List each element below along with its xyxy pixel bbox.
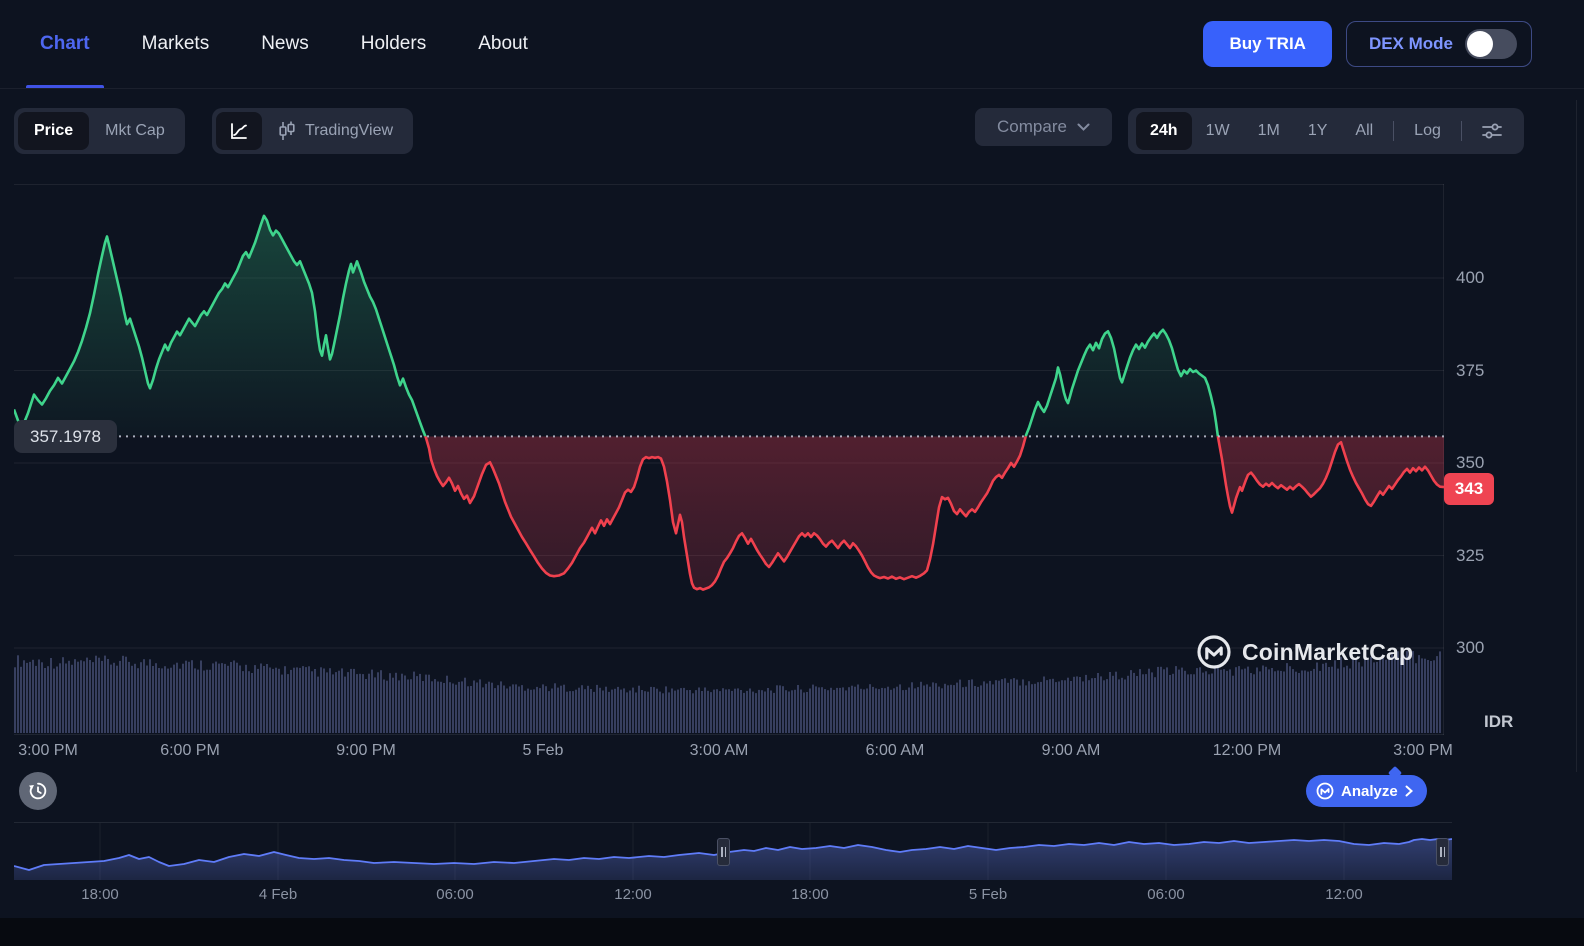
x-axis-tick: 5 Feb <box>522 742 564 759</box>
candlestick-icon <box>279 121 295 140</box>
history-clock-icon <box>29 782 47 800</box>
timeframe-1w[interactable]: 1W <box>1192 112 1244 150</box>
navigator-axis-tick: 06:00 <box>436 886 474 903</box>
chart-toolbar: Price Mkt Cap TradingView Compare 24h 1W… <box>0 108 1584 154</box>
page-bottom <box>0 918 1584 946</box>
coinmarketcap-logo-icon <box>1197 635 1231 669</box>
divider <box>1460 121 1462 141</box>
chart-page: Chart Markets News Holders About Buy TRI… <box>0 0 1584 946</box>
chevron-down-icon <box>1077 123 1090 131</box>
coinmarketcap-watermark: CoinMarketCap <box>1196 634 1413 670</box>
timeframe-1m[interactable]: 1M <box>1244 112 1294 150</box>
active-tab-underline <box>26 85 104 88</box>
tradingview-label: TradingView <box>305 122 394 139</box>
mktcap-chip[interactable]: Mkt Cap <box>89 112 181 150</box>
y-axis-tick: 350 <box>1456 453 1485 472</box>
buy-tria-button[interactable]: Buy TRIA <box>1203 21 1332 67</box>
watermark-text: CoinMarketCap <box>1242 638 1414 665</box>
dex-mode-control[interactable]: DEX Mode <box>1345 21 1532 67</box>
navigator-left-handle[interactable] <box>717 838 730 866</box>
price-chip[interactable]: Price <box>18 112 90 150</box>
navigator-axis-tick: 18:00 <box>791 886 829 903</box>
timeframe-all[interactable]: All <box>1341 112 1387 150</box>
x-axis-tick: 3:00 PM <box>1393 742 1453 759</box>
navigator-axis-tick: 18:00 <box>81 886 119 903</box>
y-axis-tick: 300 <box>1456 638 1485 658</box>
x-axis-tick: 6:00 AM <box>865 742 925 759</box>
x-axis-tick: 3:00 PM <box>18 742 78 759</box>
compare-dropdown[interactable]: Compare <box>975 108 1112 146</box>
chart-settings-button[interactable] <box>1468 112 1516 150</box>
analyze-button[interactable]: Analyze <box>1306 775 1427 807</box>
navigator-axis-tick: 4 Feb <box>258 886 298 903</box>
currency-label: IDR <box>1484 712 1514 731</box>
panel-edge <box>1576 100 1577 772</box>
chevron-right-icon <box>1405 785 1413 797</box>
tab-about[interactable]: About <box>478 0 528 88</box>
y-axis-tick: 375 <box>1456 360 1485 380</box>
x-axis-tick: 12:00 PM <box>1212 742 1282 759</box>
tab-chart-label: Chart <box>40 33 90 54</box>
tab-markets[interactable]: Markets <box>142 0 210 88</box>
log-scale-toggle[interactable]: Log <box>1400 112 1455 150</box>
toggle-knob <box>1467 31 1493 57</box>
line-chart-view-chip[interactable] <box>216 112 262 150</box>
tab-news[interactable]: News <box>261 0 309 88</box>
reset-zoom-button[interactable] <box>19 772 57 810</box>
price-mktcap-switch: Price Mkt Cap <box>14 108 185 154</box>
dex-mode-label: DEX Mode <box>1368 34 1453 53</box>
navigator-right-handle[interactable] <box>1436 838 1449 866</box>
open-price-label: 357.1978 <box>14 420 117 454</box>
tab-chart[interactable]: Chart <box>26 0 104 88</box>
x-axis-tick: 3:00 AM <box>689 742 749 759</box>
chart-view-switch: TradingView <box>212 108 414 154</box>
navigator-axis-tick: 06:00 <box>1147 886 1185 903</box>
dex-mode-toggle[interactable] <box>1465 29 1517 59</box>
x-axis-tick: 6:00 PM <box>160 742 220 759</box>
timeframe-24h[interactable]: 24h <box>1136 112 1192 150</box>
tradingview-chip[interactable]: TradingView <box>262 112 409 150</box>
y-axis-tick: 400 <box>1456 267 1485 287</box>
sliders-icon <box>1481 123 1502 139</box>
navigator-axis-tick: 5 Feb <box>968 886 1008 903</box>
line-chart-icon <box>231 123 247 139</box>
divider <box>1393 121 1395 141</box>
x-axis-tick: 9:00 AM <box>1041 742 1101 759</box>
analyze-label: Analyze <box>1341 782 1398 800</box>
tab-holders[interactable]: Holders <box>361 0 426 88</box>
page-tabs: Chart Markets News Holders About <box>26 0 528 88</box>
top-navbar: Chart Markets News Holders About Buy TRI… <box>0 0 1584 89</box>
timeframe-switch: 24h 1W 1M 1Y All Log <box>1128 108 1524 154</box>
y-axis-tick: 325 <box>1456 545 1485 565</box>
navigator-axis-tick: 12:00 <box>1325 886 1363 903</box>
last-price-badge: 343 <box>1444 472 1494 505</box>
coinmarketcap-logo-icon <box>1316 782 1334 800</box>
x-axis-tick: 9:00 PM <box>336 742 396 759</box>
navigator-axis-tick: 12:00 <box>614 886 652 903</box>
timeframe-1y[interactable]: 1Y <box>1294 112 1342 150</box>
navbar-actions: Buy TRIA DEX Mode <box>1203 21 1532 67</box>
range-navigator[interactable] <box>14 822 1452 880</box>
